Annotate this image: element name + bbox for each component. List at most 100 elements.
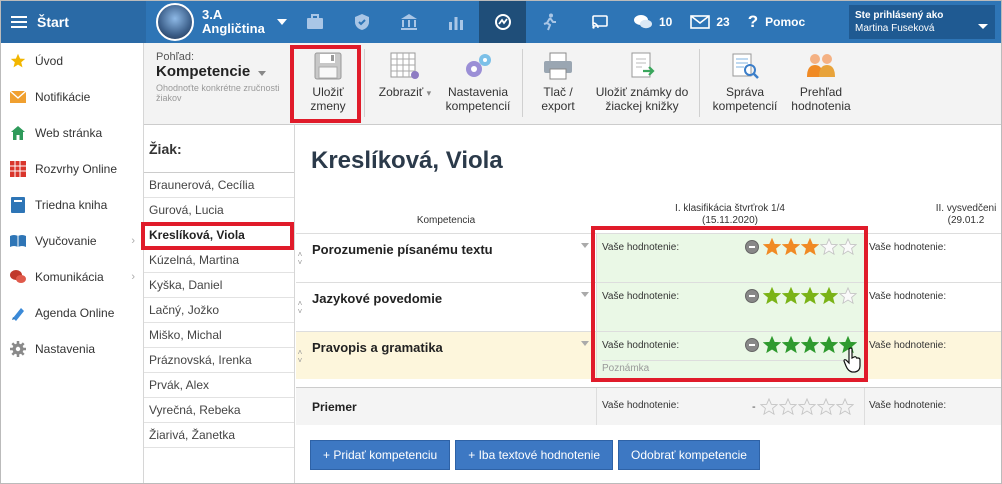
toolbar-divider: [699, 49, 700, 117]
student-item[interactable]: Prvák, Alex: [144, 373, 294, 398]
rating-cell: Vaše hodnotenie:: [864, 234, 1001, 282]
help-button[interactable]: ? Pomoc: [748, 12, 805, 32]
export-document-icon: [631, 52, 655, 78]
view-selector[interactable]: Pohľad: Kompetencie Ohodnoťte konkrétne …: [156, 51, 286, 103]
institution-button[interactable]: [385, 1, 432, 43]
print-line2: export: [541, 99, 575, 113]
activities-button[interactable]: [526, 1, 573, 43]
sidebar-item-komunikacia[interactable]: Komunikácia ›: [1, 259, 143, 295]
column-header-competence: Kompetencia: [416, 215, 476, 226]
add-competence-button[interactable]: + Pridať kompetenciu: [310, 440, 451, 470]
rating-overview-button[interactable]: Prehľad hodnotenia: [786, 49, 856, 113]
settings-line2: kompetencií: [445, 99, 511, 113]
star-icon[interactable]: [759, 398, 778, 416]
sidebar-item-label: Nastavenia: [35, 342, 96, 356]
grid-settings-icon: [390, 52, 419, 79]
chevron-down-icon[interactable]: [581, 243, 589, 248]
institution-icon: [400, 14, 417, 30]
sidebar: Úvod Notifikácie Web stránka Rozvrhy Onl…: [1, 43, 144, 483]
save-grades-line1: Uložiť známky do: [595, 85, 689, 99]
sidebar-item-vyucovanie[interactable]: Vyučovanie ›: [1, 223, 143, 259]
student-item[interactable]: Gurová, Lucia: [144, 198, 294, 223]
add-text-rating-button[interactable]: + Iba textové hodnotenie: [455, 440, 614, 470]
star-icon[interactable]: [778, 398, 797, 416]
mail-button[interactable]: 23: [690, 15, 730, 29]
mail-count: 23: [716, 15, 730, 29]
sidebar-item-notifikacie[interactable]: Notifikácie: [1, 79, 143, 115]
student-item[interactable]: Braunerová, Cecília: [144, 173, 294, 198]
average-row: Priemer Vaše hodnotenie: - Vaše hodnoten…: [296, 387, 1001, 425]
toolbar-divider: [522, 49, 523, 117]
star-icon[interactable]: [797, 398, 816, 416]
reorder-arrows-icon[interactable]: ˄ ˅: [296, 300, 304, 316]
action-buttons: + Pridať kompetenciu + Iba textové hodno…: [310, 440, 765, 470]
messages-button[interactable]: 10: [633, 13, 672, 31]
highlight-ratings: [591, 226, 868, 382]
briefcase-button[interactable]: [291, 1, 338, 43]
competence-settings-button[interactable]: Nastavenia kompetencií: [444, 49, 512, 113]
top-right-controls: 10 23 ? Pomoc: [591, 1, 823, 43]
student-item[interactable]: Žiarivá, Žanetka: [144, 423, 294, 448]
sidebar-item-rozvrhy[interactable]: Rozvrhy Online: [1, 151, 143, 187]
save-grades-button[interactable]: Uložiť známky do žiackej knižky: [592, 49, 692, 113]
book-icon: [9, 196, 27, 214]
remove-competence-button[interactable]: Odobrať kompetencie: [618, 440, 760, 470]
sidebar-item-uvod[interactable]: Úvod: [1, 43, 143, 79]
overview-line2: hodnotenia: [791, 99, 851, 113]
chevron-down-icon: [276, 19, 287, 25]
manage-competences-button[interactable]: Správa kompetencií: [708, 49, 782, 113]
student-item[interactable]: Miško, Michal: [144, 323, 294, 348]
reorder-arrows-icon[interactable]: ˄ ˅: [296, 251, 304, 267]
star-icon[interactable]: [835, 398, 854, 416]
star-icon[interactable]: [816, 398, 835, 416]
show-label: Zobraziť: [378, 85, 424, 99]
rating-label: Vaše hodnotenie:: [869, 242, 947, 253]
start-button[interactable]: Štart: [1, 1, 146, 43]
student-item[interactable]: Kúzelná, Martina: [144, 248, 294, 273]
cast-button[interactable]: [591, 14, 615, 30]
envelope-icon: [9, 88, 27, 106]
sidebar-item-label: Komunikácia: [35, 270, 104, 284]
menu-icon: [11, 16, 27, 28]
running-icon: [543, 13, 556, 31]
app-window: Štart 3.A Angličtina 10 23 ? Pomoc Ste p…: [0, 0, 1002, 484]
toolbar-divider: [364, 49, 365, 117]
overview-line1: Prehľad: [799, 85, 843, 99]
sidebar-item-label: Úvod: [35, 54, 64, 68]
document-search-icon: [732, 53, 759, 79]
rating-cell: Vaše hodnotenie:: [864, 332, 1001, 379]
chevron-down-icon[interactable]: [581, 341, 589, 346]
sidebar-item-agenda[interactable]: Agenda Online: [1, 295, 143, 331]
average-label: Priemer: [312, 400, 357, 414]
student-item[interactable]: Lačný, Jožko: [144, 298, 294, 323]
chevron-right-icon: ›: [131, 271, 135, 283]
shield-button[interactable]: [338, 1, 385, 43]
competence-name: Pravopis a gramatika: [312, 340, 443, 355]
page-title: Kreslíková, Viola: [311, 147, 503, 174]
sidebar-item-label: Vyučovanie: [35, 234, 97, 248]
user-menu[interactable]: Ste prihlásený ako Martina Fuseková: [849, 5, 995, 39]
rating-label: Vaše hodnotenie:: [869, 291, 947, 302]
class-name: 3.A: [202, 7, 223, 22]
student-item[interactable]: Práznovská, Irenka: [144, 348, 294, 373]
chevron-down-icon[interactable]: [581, 292, 589, 297]
class-selector[interactable]: 3.A Angličtina: [156, 1, 287, 43]
sidebar-item-web[interactable]: Web stránka: [1, 115, 143, 151]
rating-label: Vaše hodnotenie:: [869, 400, 947, 411]
sidebar-item-triedna-kniha[interactable]: Triedna kniha: [1, 187, 143, 223]
sidebar-item-nastavenia[interactable]: Nastavenia: [1, 331, 143, 367]
show-button[interactable]: Zobraziť ▾: [374, 49, 436, 100]
student-item[interactable]: Kyška, Daniel: [144, 273, 294, 298]
average-cell: Vaše hodnotenie:: [864, 388, 1001, 425]
pencil-icon: [9, 304, 27, 322]
gear-icon: [9, 340, 27, 358]
student-item[interactable]: Vyrečná, Rebeka: [144, 398, 294, 423]
reorder-arrows-icon[interactable]: ˄ ˅: [296, 349, 304, 365]
manage-line2: kompetencií: [712, 99, 778, 113]
module-icons: [291, 1, 573, 43]
print-export-button[interactable]: Tlač / export: [528, 49, 588, 113]
competence-button[interactable]: [479, 1, 526, 43]
highlight-selected-student: [141, 222, 294, 250]
charts-button[interactable]: [432, 1, 479, 43]
period2-date: (29.01.2: [947, 215, 985, 226]
